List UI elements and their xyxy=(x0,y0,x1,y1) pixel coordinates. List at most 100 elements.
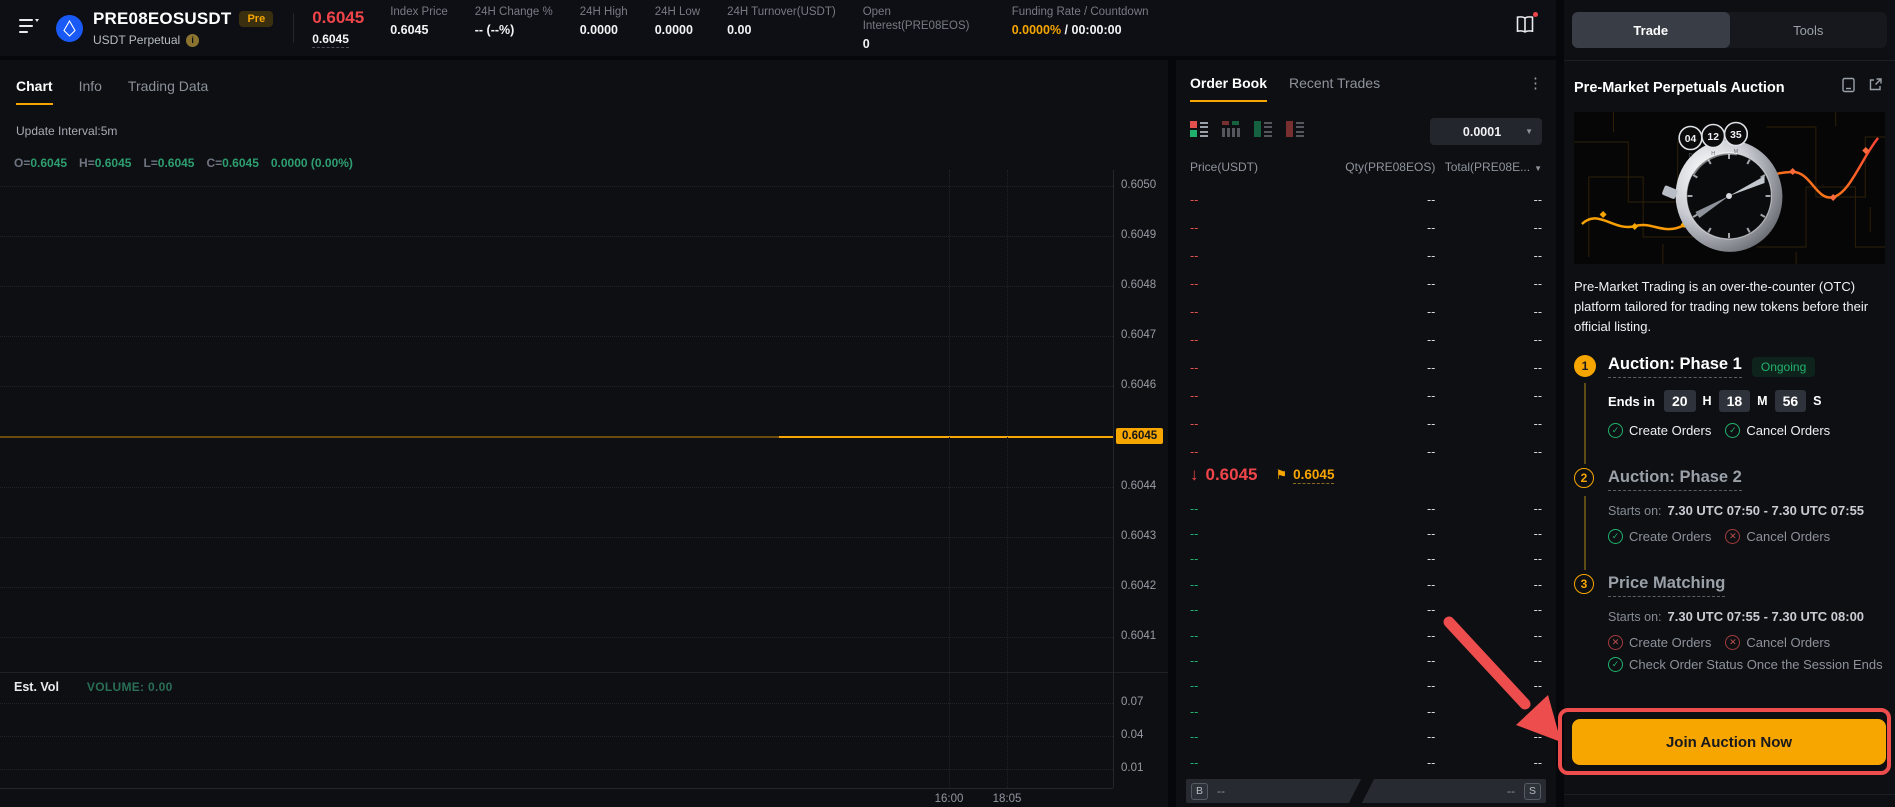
orderbook-row-bid[interactable]: ------ xyxy=(1176,699,1556,724)
orderbook-row-bid[interactable]: ------ xyxy=(1176,521,1556,546)
tab-recent-trades[interactable]: Recent Trades xyxy=(1289,75,1380,102)
price-axis-tick: 0.6048 xyxy=(1121,279,1156,291)
orderbook-row-ask[interactable]: ------ xyxy=(1176,186,1556,214)
phase-number: 2 xyxy=(1574,468,1594,488)
phase-permissions: ✓Create Orders✓Cancel Orders xyxy=(1608,423,1885,438)
orderbook-row-bid[interactable]: ------ xyxy=(1176,598,1556,623)
auction-banner-image: 04 12 35 D H M xyxy=(1574,112,1885,264)
header-stat-change_24h: 24H Change % -- (--%) xyxy=(475,5,553,37)
bid-price: -- xyxy=(1190,730,1307,744)
orderbook-row-ask[interactable]: ------ xyxy=(1176,242,1556,270)
toggle-tools[interactable]: Tools xyxy=(1730,12,1888,48)
orderbook-row-ask[interactable]: ------ xyxy=(1176,382,1556,410)
row-qty: -- xyxy=(1307,445,1435,459)
row-total: -- xyxy=(1435,445,1542,459)
orderbook-row-bid[interactable]: ------ xyxy=(1176,496,1556,521)
check-circle-icon: ✓ xyxy=(1725,423,1740,438)
row-total: -- xyxy=(1435,333,1542,347)
auction-panel-title: Pre-Market Perpetuals Auction xyxy=(1574,80,1827,96)
check-circle-icon: ✓ xyxy=(1608,657,1623,672)
mark-price-link[interactable]: 0.6045 xyxy=(1293,467,1334,484)
orderbook-row-ask[interactable]: ------ xyxy=(1176,410,1556,438)
stat-value: 0.6045 xyxy=(390,23,448,37)
phase-title[interactable]: Auction: Phase 2 xyxy=(1608,468,1742,491)
info-icon[interactable]: i xyxy=(186,34,199,47)
pre-badge: Pre xyxy=(239,11,273,27)
auction-description: Pre-Market Trading is an over-the-counte… xyxy=(1564,264,1895,337)
view-bids-only-icon[interactable] xyxy=(1254,120,1272,143)
stat-value: 0.0000 xyxy=(580,23,628,37)
row-qty: -- xyxy=(1307,578,1435,592)
phase-schedule: Starts on:7.30 UTC 07:50 - 7.30 UTC 07:5… xyxy=(1608,503,1885,518)
auction-phase-2: 2 Auction: Phase 2 Starts on:7.30 UTC 07:5… xyxy=(1574,468,1885,544)
time-axis-tick: 18:05 xyxy=(993,793,1022,805)
time-axis-line xyxy=(0,788,1113,789)
bid-price: -- xyxy=(1190,679,1307,693)
orderbook-tabs: Order Book Recent Trades xyxy=(1190,75,1380,102)
column-header-price-usdt: Price(USDT) xyxy=(1190,160,1307,174)
view-asks-only-icon[interactable] xyxy=(1286,120,1304,143)
orderbook-row-ask[interactable]: ------ xyxy=(1176,326,1556,354)
bid-price: -- xyxy=(1190,552,1307,566)
row-total: -- xyxy=(1435,502,1542,516)
auction-phase-3: 3Price MatchingStarts on:7.30 UTC 07:55 … xyxy=(1574,574,1885,672)
banner-minutes: 35 xyxy=(1730,130,1742,141)
countdown-unit: M xyxy=(1757,394,1767,408)
join-auction-button[interactable]: Join Auction Now xyxy=(1572,719,1886,765)
view-columns-icon[interactable] xyxy=(1222,120,1240,143)
permission-item: ✓Create Orders xyxy=(1608,423,1711,438)
tick-size-dropdown[interactable]: 0.0001 ▼ xyxy=(1430,118,1542,145)
permission-item: ✕Cancel Orders xyxy=(1725,635,1830,650)
orderbook-row-bid[interactable]: ------ xyxy=(1176,547,1556,572)
row-total: -- xyxy=(1435,552,1542,566)
sell-ratio-value: -- xyxy=(1507,784,1515,798)
symbol-name: PRE08EOSUSDT xyxy=(93,9,231,29)
orderbook-layout-icon[interactable] xyxy=(1514,14,1536,41)
est-vol-label[interactable]: Est. Vol xyxy=(14,680,59,694)
flag-icon[interactable]: ⚑ xyxy=(1276,467,1288,483)
guide-document-icon[interactable] xyxy=(1841,77,1856,98)
stat-label: 24H Change % xyxy=(475,5,553,19)
view-combined-icon[interactable] xyxy=(1190,120,1208,143)
phase-title[interactable]: Auction: Phase 1 xyxy=(1608,355,1742,378)
orderbook-row-ask[interactable]: ------ xyxy=(1176,270,1556,298)
tab-order-book[interactable]: Order Book xyxy=(1190,75,1267,102)
price-axis-tick: 0.6044 xyxy=(1121,480,1156,492)
orderbook-row-ask[interactable]: ------ xyxy=(1176,354,1556,382)
header-stat-high_24h: 24H High 0.0000 xyxy=(580,5,628,37)
orderbook-row-bid[interactable]: ------ xyxy=(1176,674,1556,699)
external-link-icon[interactable] xyxy=(1868,77,1883,98)
phase-number: 1 xyxy=(1574,355,1596,377)
stat-value: -- (--%) xyxy=(475,23,553,37)
contract-type-label: USDT Perpetual xyxy=(93,33,180,47)
orderbook-row-ask[interactable]: ------ xyxy=(1176,298,1556,326)
buy-ratio-value: -- xyxy=(1217,784,1225,798)
permission-item: ✕Cancel Orders xyxy=(1725,529,1830,544)
stat-label: 24H High xyxy=(580,5,628,19)
row-qty: -- xyxy=(1307,333,1435,347)
phase-title[interactable]: Price Matching xyxy=(1608,574,1725,597)
chart-canvas[interactable]: 0.6045 Est. Vol VOLUME: 0.00 0.60500.604… xyxy=(0,60,1168,807)
price-axis-tick: 0.6041 xyxy=(1121,630,1156,642)
row-qty: -- xyxy=(1307,654,1435,668)
toggle-trade[interactable]: Trade xyxy=(1572,12,1730,48)
orderbook-row-bid[interactable]: ------ xyxy=(1176,648,1556,673)
orderbook-row-ask[interactable]: ------ xyxy=(1176,214,1556,242)
cross-circle-icon: ✕ xyxy=(1608,635,1623,650)
orderbook-row-bid[interactable]: ------ xyxy=(1176,725,1556,750)
mark-price[interactable]: 0.6045 xyxy=(312,32,349,48)
permission-item: ✓Check Order Status Once the Session End… xyxy=(1608,657,1883,672)
volume-axis-tick: 0.07 xyxy=(1121,696,1143,708)
ask-price: -- xyxy=(1190,333,1307,347)
column-header-total-pre08e[interactable]: Total(PRE08E...▼ xyxy=(1435,160,1542,174)
orderbook-row-bid[interactable]: ------ xyxy=(1176,623,1556,648)
menu-hamburger-icon[interactable] xyxy=(18,16,40,41)
phase-connector-line xyxy=(1584,383,1586,464)
symbol-block[interactable]: PRE08EOSUSDT Pre USDT Perpetual i xyxy=(93,9,273,47)
orderbook-row-bid[interactable]: ------ xyxy=(1176,572,1556,597)
orderbook-row-bid[interactable]: ------ xyxy=(1176,750,1556,775)
orderbook-menu-dots-icon[interactable]: ⋮ xyxy=(1528,74,1544,92)
row-total: -- xyxy=(1435,417,1542,431)
price-axis-tick: 0.6050 xyxy=(1121,179,1156,191)
asks-list: ----------------------------------------… xyxy=(1176,186,1556,466)
